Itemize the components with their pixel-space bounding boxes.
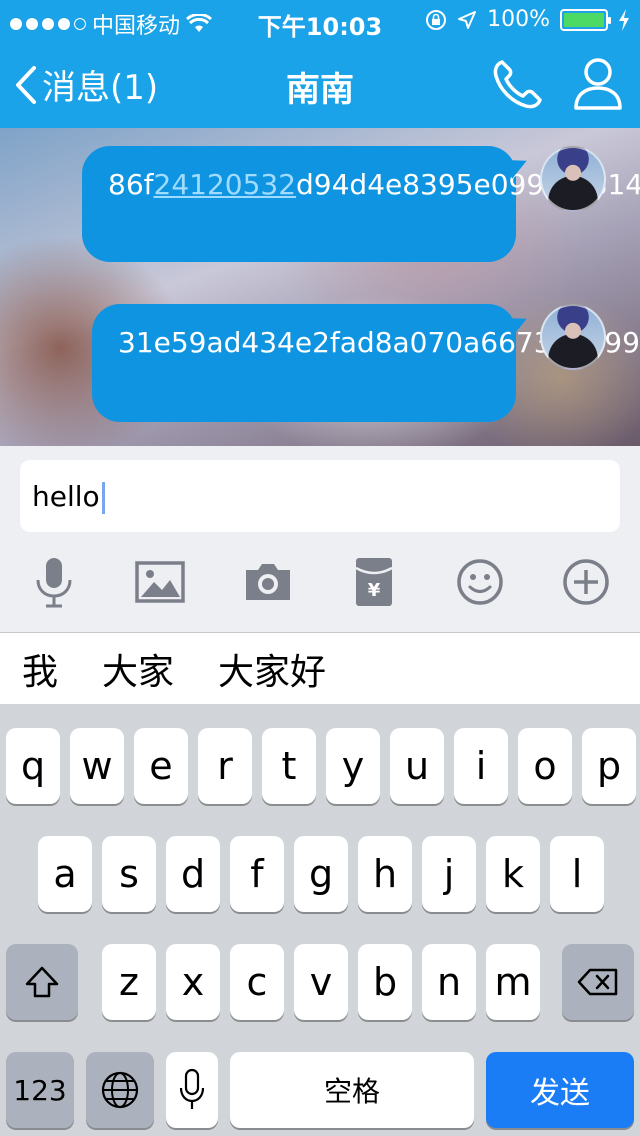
key-f[interactable]: f	[230, 836, 284, 912]
avatar[interactable]	[540, 146, 606, 212]
microphone-icon	[179, 1068, 205, 1109]
key-u[interactable]: u	[390, 728, 444, 804]
key-k[interactable]: k	[486, 836, 540, 912]
key-b[interactable]: b	[358, 944, 412, 1020]
message-input-text: hello	[32, 480, 100, 513]
plus-icon[interactable]	[558, 554, 614, 610]
message-link[interactable]: 24120532	[154, 168, 297, 201]
space-key[interactable]: 空格	[230, 1052, 474, 1128]
text-caret	[101, 482, 105, 514]
candidate-word[interactable]: 大家	[80, 643, 196, 695]
shift-key[interactable]	[6, 944, 78, 1020]
message-bubble[interactable]: 86f24120532d94d4e8395e09942f8147	[82, 146, 640, 262]
key-g[interactable]: g	[294, 836, 348, 912]
candidate-word[interactable]: 大家好	[196, 643, 348, 695]
key-o[interactable]: o	[518, 728, 572, 804]
key-r[interactable]: r	[198, 728, 252, 804]
candidate-word[interactable]: 我	[0, 643, 80, 695]
key-z[interactable]: z	[102, 944, 156, 1020]
numbers-key[interactable]: 123	[6, 1052, 74, 1128]
status-bar: 中国移动 下午10:03 100%	[0, 0, 640, 41]
key-s[interactable]: s	[102, 836, 156, 912]
key-v[interactable]: v	[294, 944, 348, 1020]
location-icon	[458, 10, 477, 29]
backspace-icon	[577, 968, 618, 996]
red-packet-icon[interactable]: ¥	[346, 554, 402, 610]
input-toolbar: ¥	[0, 554, 640, 610]
message-input[interactable]: hello	[20, 460, 620, 532]
dictation-key[interactable]	[166, 1052, 218, 1128]
key-j[interactable]: j	[422, 836, 476, 912]
key-c[interactable]: c	[230, 944, 284, 1020]
avatar[interactable]	[540, 304, 606, 370]
emoji-icon[interactable]	[452, 554, 508, 610]
shift-icon	[25, 966, 59, 998]
image-icon[interactable]	[132, 554, 188, 610]
input-bar: hello ¥	[0, 446, 640, 632]
key-y[interactable]: y	[326, 728, 380, 804]
svg-text:¥: ¥	[368, 580, 381, 601]
chat-area[interactable]: 86f24120532d94d4e8395e09942f8147 31e59ad…	[0, 128, 640, 446]
key-h[interactable]: h	[358, 836, 412, 912]
key-a[interactable]: a	[38, 836, 92, 912]
key-q[interactable]: q	[6, 728, 60, 804]
key-n[interactable]: n	[422, 944, 476, 1020]
key-w[interactable]: w	[70, 728, 124, 804]
profile-icon[interactable]	[572, 56, 624, 112]
orientation-lock-icon	[426, 9, 447, 30]
send-key[interactable]: 发送	[486, 1052, 634, 1128]
delete-key[interactable]	[562, 944, 634, 1020]
globe-key[interactable]	[86, 1052, 154, 1128]
nav-bar: 消息(1) 南南	[0, 40, 640, 128]
key-x[interactable]: x	[166, 944, 220, 1020]
key-p[interactable]: p	[582, 728, 636, 804]
charging-icon	[619, 8, 629, 31]
camera-icon[interactable]	[240, 554, 296, 610]
key-t[interactable]: t	[262, 728, 316, 804]
keyboard: q w e r t y u i o p a s d f g h j k l z …	[0, 704, 640, 1136]
phone-call-icon[interactable]	[488, 56, 546, 114]
battery-percent: 100%	[487, 7, 550, 32]
key-l[interactable]: l	[550, 836, 604, 912]
header: 中国移动 下午10:03 100% 消息(1) 南南	[0, 0, 640, 128]
key-e[interactable]: e	[134, 728, 188, 804]
microphone-icon[interactable]	[26, 554, 82, 610]
key-d[interactable]: d	[166, 836, 220, 912]
candidate-bar: 我 大家 大家好	[0, 632, 640, 704]
globe-icon	[101, 1071, 139, 1109]
key-m[interactable]: m	[486, 944, 540, 1020]
key-i[interactable]: i	[454, 728, 508, 804]
battery-icon	[560, 8, 611, 31]
message-bubble[interactable]: 31e59ad434e2fad8a070a66738a999da	[92, 304, 640, 422]
